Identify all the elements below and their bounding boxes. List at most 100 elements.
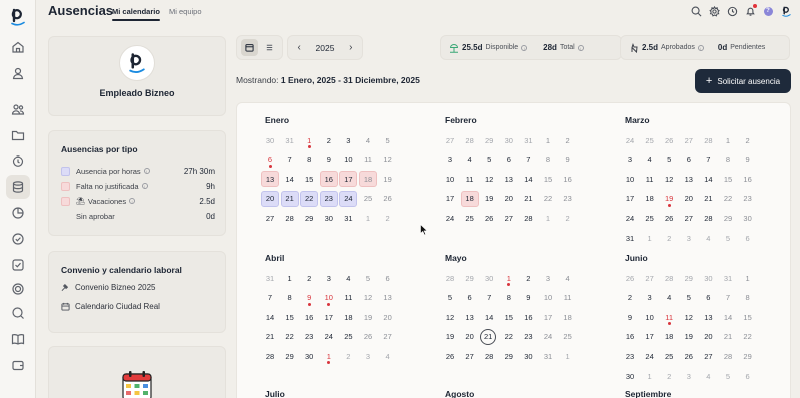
calendar-day[interactable]: 31	[519, 132, 537, 148]
calendar-day[interactable]: 16	[319, 171, 338, 188]
info-icon[interactable]: i	[143, 168, 150, 174]
calendar-day[interactable]: 30	[519, 348, 537, 364]
calendar-day[interactable]: 1	[320, 348, 338, 365]
calendar-day[interactable]: 1	[739, 270, 757, 286]
calendar-day[interactable]: 12	[359, 290, 377, 306]
calendar-day[interactable]: 7	[719, 290, 737, 306]
calendar-day[interactable]: 22	[739, 329, 757, 345]
calendar-day[interactable]: 10	[539, 290, 557, 306]
calendar-day[interactable]: 14	[261, 309, 279, 325]
calendar-day[interactable]: 23	[300, 329, 318, 345]
calendar-day[interactable]: 28	[261, 348, 279, 364]
calendar-day[interactable]: 6	[699, 290, 717, 306]
calendar-day[interactable]: 26	[480, 210, 498, 226]
calendar-day[interactable]: 12	[441, 309, 459, 325]
calendar-day[interactable]: 1	[359, 210, 377, 226]
calendar-day[interactable]: 24	[320, 329, 338, 345]
calendar-day[interactable]: 11	[559, 290, 577, 306]
calendar-day[interactable]: 29	[461, 270, 479, 286]
calendar-day[interactable]: 2	[559, 210, 577, 226]
calendar-day[interactable]: 9	[519, 290, 537, 306]
calendar-day[interactable]: 7	[480, 290, 498, 306]
help-icon[interactable]: ?	[762, 5, 774, 17]
calendar-day[interactable]: 17	[441, 191, 459, 207]
calendar-day[interactable]: 2	[559, 132, 577, 148]
calendar-day[interactable]: 8	[300, 152, 318, 168]
calendar-day[interactable]: 30	[480, 270, 498, 286]
calendar-day[interactable]: 21	[480, 328, 497, 345]
calendar-day[interactable]: 7	[699, 152, 717, 168]
calendar-day[interactable]: 13	[461, 309, 479, 325]
calendar-day[interactable]: 11	[359, 152, 377, 168]
calendar-day[interactable]: 2	[320, 132, 338, 148]
folder-icon[interactable]	[11, 128, 25, 142]
calendar-day[interactable]: 11	[461, 171, 479, 187]
tab-mi-equipo[interactable]: Mi equipo	[169, 7, 202, 16]
bell-icon[interactable]	[744, 4, 757, 17]
calendar-day[interactable]: 19	[480, 191, 498, 207]
chart-icon[interactable]	[11, 206, 25, 220]
calendar-day[interactable]: 5	[441, 290, 459, 306]
calendar-day[interactable]: 2	[660, 368, 678, 384]
calendar-day[interactable]: 14	[480, 309, 498, 325]
calendar-day[interactable]: 22	[719, 191, 737, 207]
wallet-icon[interactable]	[11, 358, 25, 372]
calendar-day[interactable]: 28	[660, 270, 678, 286]
calendar-day[interactable]: 11	[641, 171, 659, 187]
calendar-day[interactable]: 12	[680, 309, 698, 325]
calendar-day[interactable]: 21	[699, 191, 717, 207]
calendar-day[interactable]: 4	[559, 270, 577, 286]
calendar-day[interactable]: 4	[339, 270, 357, 286]
database-icon[interactable]	[6, 175, 30, 199]
calendar-day[interactable]: 3	[621, 152, 639, 168]
calendar-day[interactable]: 18	[641, 191, 659, 207]
bizneo-small-logo[interactable]	[780, 5, 792, 17]
calendar-day[interactable]: 21	[719, 329, 737, 345]
calendar-day[interactable]: 29	[719, 210, 737, 226]
search-icon[interactable]	[690, 5, 702, 17]
calendar-day[interactable]: 3	[641, 290, 659, 306]
calendar-day[interactable]: 27	[641, 270, 659, 286]
calendar-day[interactable]: 9	[300, 290, 318, 306]
calendar-day[interactable]: 12	[480, 171, 498, 187]
calendar-day[interactable]: 10	[320, 290, 338, 306]
calendar-day[interactable]: 28	[441, 270, 459, 286]
calendar-day[interactable]: 5	[680, 290, 698, 306]
calendar-day[interactable]: 2	[739, 132, 757, 148]
calendar-day[interactable]: 8	[500, 290, 518, 306]
calendar-day[interactable]: 26	[680, 348, 698, 364]
calendar-day[interactable]: 19	[441, 329, 459, 345]
calendar-day[interactable]: 28	[699, 210, 717, 226]
calendar-day[interactable]: 3	[441, 152, 459, 168]
calendar-day[interactable]: 28	[719, 348, 737, 364]
calendar-day[interactable]: 20	[379, 309, 397, 325]
calendar-day[interactable]: 1	[539, 132, 557, 148]
calendar-day[interactable]: 2	[379, 210, 397, 226]
clock-icon[interactable]	[726, 5, 738, 17]
calendar-day[interactable]: 17	[539, 309, 557, 325]
next-year-button[interactable]: ›	[345, 42, 357, 53]
calendar-day[interactable]: 2	[339, 348, 357, 364]
calendar-day[interactable]: 30	[300, 348, 318, 364]
calendar-day[interactable]: 18	[559, 309, 577, 325]
calendar-day[interactable]: 6	[680, 152, 698, 168]
calendar-day[interactable]: 24	[621, 210, 639, 226]
calendar-day[interactable]: 13	[680, 171, 698, 187]
calendar-day[interactable]: 5	[719, 368, 737, 384]
info-icon[interactable]: i	[697, 44, 704, 51]
calendar-day[interactable]: 17	[320, 309, 338, 325]
calendar-day[interactable]: 24	[641, 348, 659, 364]
calendar-day[interactable]: 27	[699, 348, 717, 364]
calendar-day[interactable]: 25	[641, 132, 659, 148]
calendar-day[interactable]: 26	[359, 329, 377, 345]
calendar-day[interactable]: 31	[281, 132, 299, 148]
calendar-day[interactable]: 15	[281, 309, 299, 325]
calendar-day[interactable]: 31	[539, 348, 557, 364]
calendar-day[interactable]: 25	[559, 329, 577, 345]
calendar-day[interactable]: 2	[300, 270, 318, 286]
calendar-day[interactable]: 18	[339, 309, 357, 325]
calendar-day[interactable]: 27	[379, 329, 397, 345]
calendar-day[interactable]: 27	[680, 132, 698, 148]
calendar-day[interactable]: 29	[281, 348, 299, 364]
calendar-day[interactable]: 24	[539, 329, 557, 345]
